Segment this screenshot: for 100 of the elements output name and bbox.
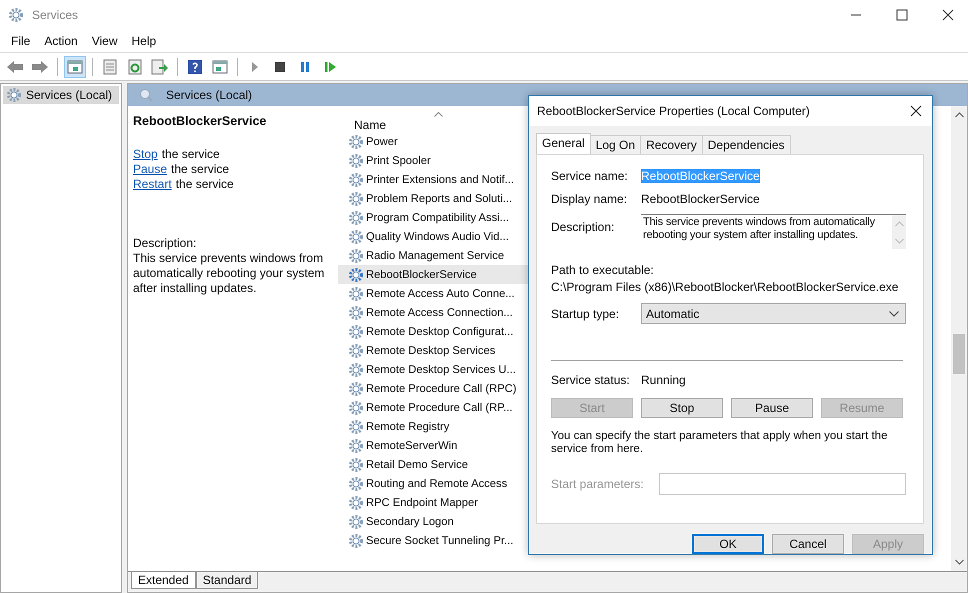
service-row[interactable]: Print Spooler bbox=[338, 151, 533, 170]
gear-icon bbox=[348, 514, 364, 530]
service-row[interactable]: Retail Demo Service bbox=[338, 455, 533, 474]
service-control-button[interactable]: Pause bbox=[731, 398, 813, 418]
gear-icon bbox=[348, 304, 364, 320]
dialog-button[interactable]: OK bbox=[692, 534, 764, 554]
gear-icon bbox=[348, 380, 364, 396]
startup-type-dropdown[interactable]: Automatic bbox=[641, 303, 906, 324]
action-link[interactable]: Pause bbox=[133, 162, 168, 176]
scroll-thumb[interactable] bbox=[953, 334, 965, 374]
gear-icon bbox=[8, 7, 24, 23]
close-icon[interactable] bbox=[942, 9, 954, 21]
gear-icon bbox=[348, 324, 364, 340]
dialog-title: RebootBlockerService Properties (Local Computer) bbox=[537, 104, 810, 118]
service-row[interactable]: Routing and Remote Access bbox=[338, 474, 533, 493]
service-row[interactable]: Problem Reports and Soluti... bbox=[338, 189, 533, 208]
dialog-tab[interactable]: Log On bbox=[590, 135, 642, 154]
gear-icon bbox=[348, 228, 364, 244]
service-row[interactable]: Program Compatibility Assi... bbox=[338, 208, 533, 227]
gear-icon bbox=[6, 87, 22, 103]
status-value: Running bbox=[641, 373, 686, 387]
action-text: the service bbox=[162, 147, 220, 161]
toolbar-button[interactable] bbox=[64, 56, 86, 78]
description-text: This service prevents windows from automatically rebooting your system after installing updates. bbox=[133, 251, 326, 296]
gear-icon bbox=[348, 438, 364, 454]
action-link[interactable]: Restart bbox=[133, 177, 172, 191]
field-label: Start parameters: bbox=[551, 477, 645, 491]
service-row[interactable]: RemoteServerWin bbox=[338, 436, 533, 455]
dialog-button[interactable]: Cancel bbox=[772, 534, 844, 554]
display-name-value: RebootBlockerService bbox=[641, 192, 760, 206]
column-header[interactable]: Name bbox=[354, 118, 386, 132]
service-row[interactable]: Power bbox=[338, 132, 533, 151]
scrollbar[interactable] bbox=[951, 106, 967, 571]
service-row[interactable]: Secondary Logon bbox=[338, 512, 533, 531]
pause-icon bbox=[301, 62, 309, 72]
field-label: Display name: bbox=[551, 192, 628, 206]
menu-item[interactable]: Action bbox=[37, 34, 85, 48]
gear-icon bbox=[348, 494, 364, 510]
gear-icon bbox=[348, 476, 364, 492]
service-row[interactable]: RPC Endpoint Mapper bbox=[338, 493, 533, 512]
service-name-value: RebootBlockerService bbox=[641, 169, 760, 183]
gear-icon bbox=[348, 362, 364, 378]
description-box[interactable]: This service prevents windows from automatically rebooting your system after installing updates. bbox=[641, 214, 906, 249]
service-row[interactable]: Remote Registry bbox=[338, 417, 533, 436]
gear-icon bbox=[348, 400, 364, 416]
tree-item[interactable]: Services (Local) bbox=[3, 86, 119, 104]
gear-icon bbox=[348, 342, 364, 358]
stop-icon bbox=[275, 62, 285, 72]
field-label: Path to executable: bbox=[551, 263, 655, 277]
action-text: the service bbox=[176, 177, 234, 191]
gear-icon bbox=[348, 172, 364, 188]
service-control-button[interactable]: Stop bbox=[641, 398, 723, 418]
service-row[interactable]: Remote Desktop Services U... bbox=[338, 360, 533, 379]
window-title: Services bbox=[32, 8, 78, 22]
play-icon bbox=[252, 62, 258, 72]
gear-icon bbox=[348, 190, 364, 206]
gear-icon bbox=[348, 532, 364, 548]
gear-icon bbox=[348, 134, 364, 150]
field-label: Service status: bbox=[551, 373, 631, 387]
maximize-icon[interactable] bbox=[896, 9, 908, 21]
scroll-up-icon[interactable] bbox=[954, 112, 964, 118]
service-row[interactable]: Remote Desktop Configurat... bbox=[338, 322, 533, 341]
service-row[interactable]: Remote Procedure Call (RP... bbox=[338, 398, 533, 417]
field-label: Startup type: bbox=[551, 306, 620, 320]
search-icon bbox=[138, 87, 154, 103]
gear-icon bbox=[348, 418, 364, 434]
pane-title: Services (Local) bbox=[166, 88, 252, 102]
close-icon[interactable] bbox=[910, 105, 922, 117]
dialog-tab[interactable]: Recovery bbox=[640, 135, 703, 154]
gear-icon bbox=[348, 210, 364, 226]
service-row[interactable]: Remote Access Connection... bbox=[338, 303, 533, 322]
service-row[interactable]: Remote Desktop Services bbox=[338, 341, 533, 360]
service-row[interactable]: Secure Socket Tunneling Pr... bbox=[338, 531, 533, 550]
menu-item[interactable]: Help bbox=[124, 34, 164, 48]
service-row[interactable]: Remote Access Auto Conne... bbox=[338, 284, 533, 303]
path-value: C:\Program Files (x86)\RebootBlocker\RebootBlockerService.exe bbox=[551, 280, 900, 294]
dialog-tab[interactable]: Dependencies bbox=[702, 135, 790, 154]
service-row[interactable]: Radio Management Service bbox=[338, 246, 533, 265]
menu-item[interactable]: View bbox=[84, 34, 124, 48]
sort-caret-icon bbox=[434, 112, 443, 117]
view-tab[interactable]: Extended bbox=[131, 572, 196, 589]
action-text: the service bbox=[171, 162, 230, 176]
hint-text: You can specify the start parameters that apply when you start the service from here. bbox=[551, 430, 888, 456]
service-row[interactable]: Quality Windows Audio Vid... bbox=[338, 227, 533, 246]
dialog-tab[interactable]: General bbox=[536, 133, 591, 154]
gear-icon bbox=[348, 456, 364, 472]
field-label: Description: bbox=[551, 220, 616, 234]
gear-icon bbox=[348, 286, 364, 302]
menu-item[interactable]: File bbox=[4, 34, 38, 48]
field-label: Service name: bbox=[551, 169, 629, 183]
service-row[interactable]: Remote Procedure Call (RPC) bbox=[338, 379, 533, 398]
view-tab[interactable]: Standard bbox=[196, 572, 258, 589]
action-link[interactable]: Stop bbox=[133, 147, 158, 161]
scroll-down-icon[interactable] bbox=[954, 559, 964, 565]
chevron-down-icon bbox=[889, 310, 899, 316]
resume-icon bbox=[324, 62, 336, 72]
gear-icon bbox=[348, 248, 364, 264]
description-label: Description: bbox=[133, 236, 198, 251]
gear-icon bbox=[348, 266, 364, 282]
service-row[interactable]: Printer Extensions and Notif... bbox=[338, 170, 533, 189]
